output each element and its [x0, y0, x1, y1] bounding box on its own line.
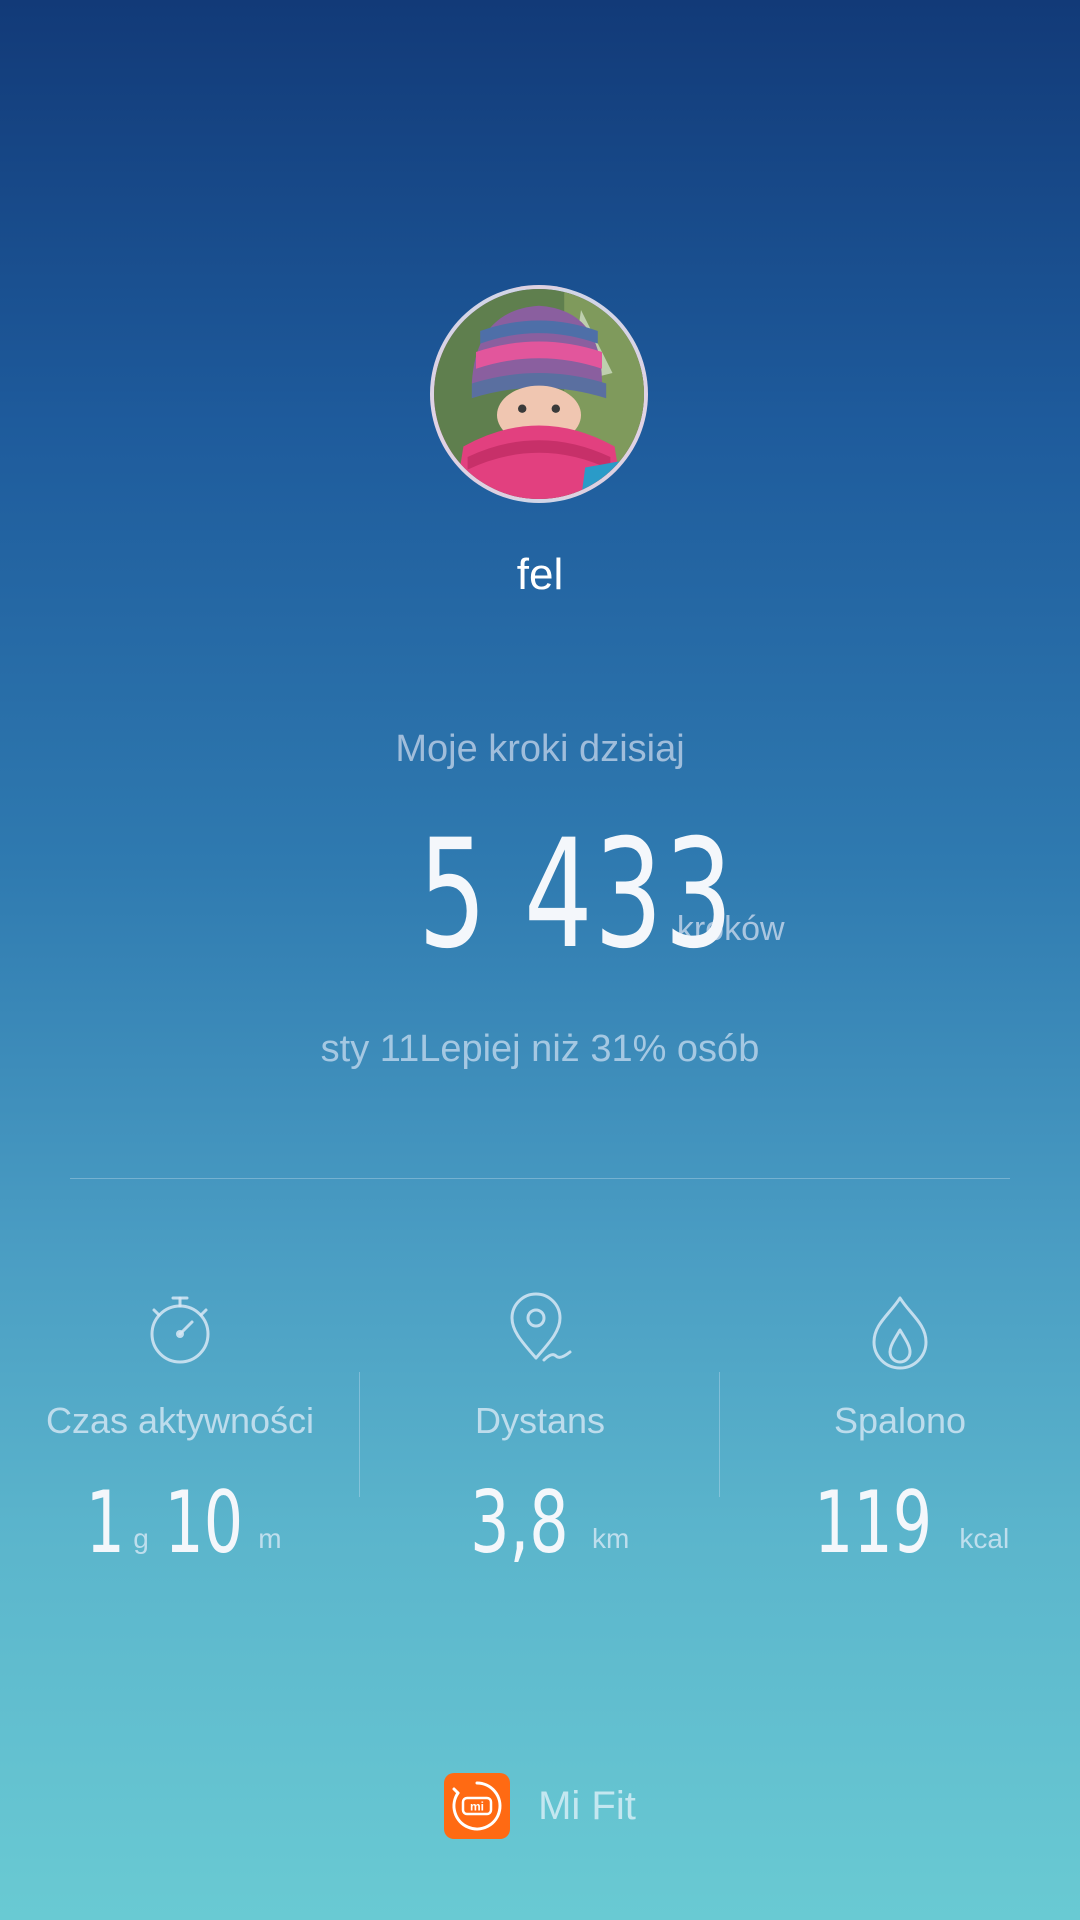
- steps-subline: sty 11Lepiej niż 31% osób: [0, 1028, 1080, 1071]
- active-time-value: 1 g 10 m: [0, 1480, 360, 1570]
- active-time-minutes-unit: m: [258, 1523, 282, 1554]
- stat-distance: Dystans 3,8 km: [360, 1290, 720, 1570]
- calories-number: 119: [813, 1473, 932, 1573]
- app-branding: mi Mi Fit: [0, 1773, 1080, 1839]
- stat-active-time: Czas aktywności 1 g 10 m: [0, 1290, 360, 1570]
- active-time-hours-unit: g: [133, 1523, 149, 1554]
- steps-comparison: Lepiej niż 31% osób: [419, 1028, 760, 1070]
- location-pin-icon: [510, 1292, 572, 1362]
- steps-caption: Moje kroki dzisiaj: [395, 728, 685, 770]
- avatar: [430, 285, 648, 503]
- steps-count: 5 433: [418, 808, 735, 982]
- steps-count-row: 5 433kroków: [0, 820, 1080, 970]
- calories-unit: kcal: [959, 1523, 1010, 1554]
- steps-date: sty 11: [320, 1028, 420, 1070]
- stopwatch-icon: [150, 1296, 210, 1364]
- calories-label: Spalono: [833, 1400, 967, 1441]
- distance-unit: km: [591, 1523, 630, 1554]
- distance-label: Dystans: [474, 1400, 606, 1441]
- distance-number: 3,8: [469, 1473, 569, 1573]
- active-time-minutes: 10: [164, 1473, 243, 1573]
- username: fel: [516, 550, 564, 599]
- distance-value: 3,8 km: [360, 1480, 720, 1570]
- logo-text: mi: [470, 1800, 484, 1814]
- active-time-hours: 1: [86, 1473, 126, 1573]
- calories-value: 119 kcal: [720, 1480, 1080, 1570]
- app-name: Mi Fit: [538, 1783, 636, 1828]
- avatar-photo: [434, 289, 644, 499]
- active-time-label: Czas aktywności: [45, 1400, 315, 1441]
- stat-calories: Spalono 119 kcal: [720, 1290, 1080, 1570]
- divider: [70, 1178, 1010, 1179]
- mi-fit-logo-mark: mi: [452, 1781, 502, 1831]
- share-card-screen: fel Moje kroki dzisiaj 5 433kroków sty 1…: [0, 0, 1080, 1920]
- mi-fit-logo-icon: mi: [444, 1773, 511, 1839]
- flame-icon: [872, 1296, 928, 1370]
